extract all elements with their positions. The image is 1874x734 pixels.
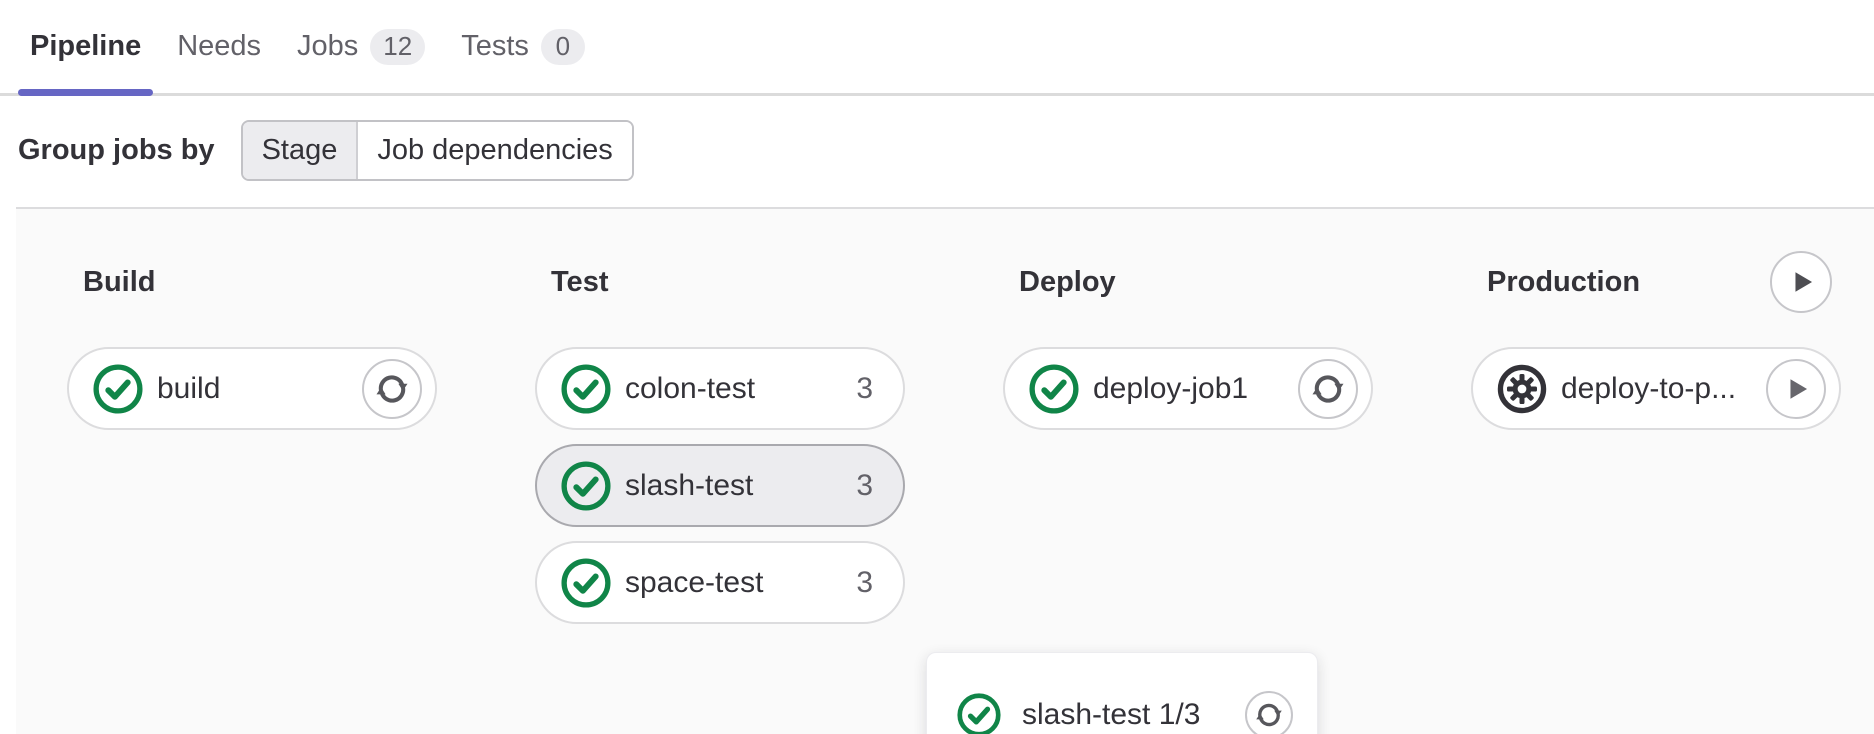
stage-name: Test — [551, 266, 608, 299]
parallel-jobs-dropdown: slash-test 1/3 slash-test 2/3 slash-test… — [926, 652, 1318, 734]
stage-header-deploy: Deploy — [1003, 251, 1373, 313]
tab-needs[interactable]: Needs — [165, 0, 273, 93]
stage-column-test: Test colon-test 3 slash-test 3 space-tes… — [535, 251, 905, 734]
job-pill-deploy-job1[interactable]: deploy-job1 — [1003, 347, 1373, 430]
tab-tests[interactable]: Tests 0 — [449, 0, 597, 93]
retry-job-button[interactable] — [1298, 359, 1358, 419]
status-success-icon — [561, 461, 611, 511]
status-success-icon — [561, 364, 611, 414]
parallel-jobs-count: 3 — [856, 469, 890, 503]
tab-pipeline[interactable]: Pipeline — [18, 0, 153, 93]
job-label: colon-test — [625, 372, 856, 406]
job-label: build — [157, 372, 362, 406]
status-success-icon — [93, 364, 143, 414]
job-label: deploy-job1 — [1093, 372, 1298, 406]
job-label: slash-test 1/3 — [1022, 698, 1245, 732]
pipeline-tabs: Pipeline Needs Jobs 12 Tests 0 — [0, 0, 1874, 96]
tab-pipeline-label: Pipeline — [30, 30, 141, 63]
job-label: space-test — [625, 566, 856, 600]
job-label: deploy-to-p... — [1561, 372, 1766, 406]
parallel-jobs-count: 3 — [856, 566, 890, 600]
retry-job-button[interactable] — [362, 359, 422, 419]
stage-header-test: Test — [535, 251, 905, 313]
job-pill-slash-test[interactable]: slash-test 3 — [535, 444, 905, 527]
status-success-icon — [1029, 364, 1079, 414]
tab-jobs[interactable]: Jobs 12 — [285, 0, 437, 93]
parallel-jobs-count: 3 — [856, 372, 890, 406]
job-pill-build[interactable]: build — [67, 347, 437, 430]
tab-tests-label: Tests — [461, 30, 529, 63]
tab-jobs-label: Jobs — [297, 30, 358, 63]
tests-count-badge: 0 — [541, 29, 585, 65]
graph-toolbar: Group jobs by Stage Job dependencies — [0, 120, 1874, 181]
group-jobs-by-label: Group jobs by — [18, 134, 215, 167]
job-label: slash-test — [625, 469, 856, 503]
job-pill-colon-test[interactable]: colon-test 3 — [535, 347, 905, 430]
tab-needs-label: Needs — [177, 30, 261, 63]
job-pill-deploy-to-production[interactable]: deploy-to-p... — [1471, 347, 1841, 430]
run-job-play-button[interactable] — [1766, 359, 1826, 419]
job-pill-space-test[interactable]: space-test 3 — [535, 541, 905, 624]
status-success-icon — [561, 558, 611, 608]
stage-column-build: Build build — [67, 251, 437, 734]
stage-name: Build — [83, 266, 156, 299]
group-by-dependencies-button[interactable]: Job dependencies — [356, 122, 631, 179]
run-stage-play-button[interactable] — [1770, 251, 1832, 313]
dropdown-job-slash-test-1[interactable]: slash-test 1/3 — [927, 675, 1317, 734]
retry-job-button[interactable] — [1245, 691, 1293, 734]
stage-column-production: Production deploy-to-p... — [1471, 251, 1841, 734]
jobs-count-badge: 12 — [370, 29, 425, 65]
status-success-icon — [957, 693, 1001, 734]
stage-header-build: Build — [67, 251, 437, 313]
stage-name: Production — [1487, 266, 1640, 299]
status-manual-gear-icon — [1497, 364, 1547, 414]
group-jobs-segmented-control: Stage Job dependencies — [241, 120, 634, 181]
stage-name: Deploy — [1019, 266, 1116, 299]
group-by-stage-button[interactable]: Stage — [243, 122, 357, 179]
pipeline-graph: Build build Test colon-test 3 slash-test… — [16, 207, 1874, 734]
stage-header-production: Production — [1471, 251, 1841, 313]
